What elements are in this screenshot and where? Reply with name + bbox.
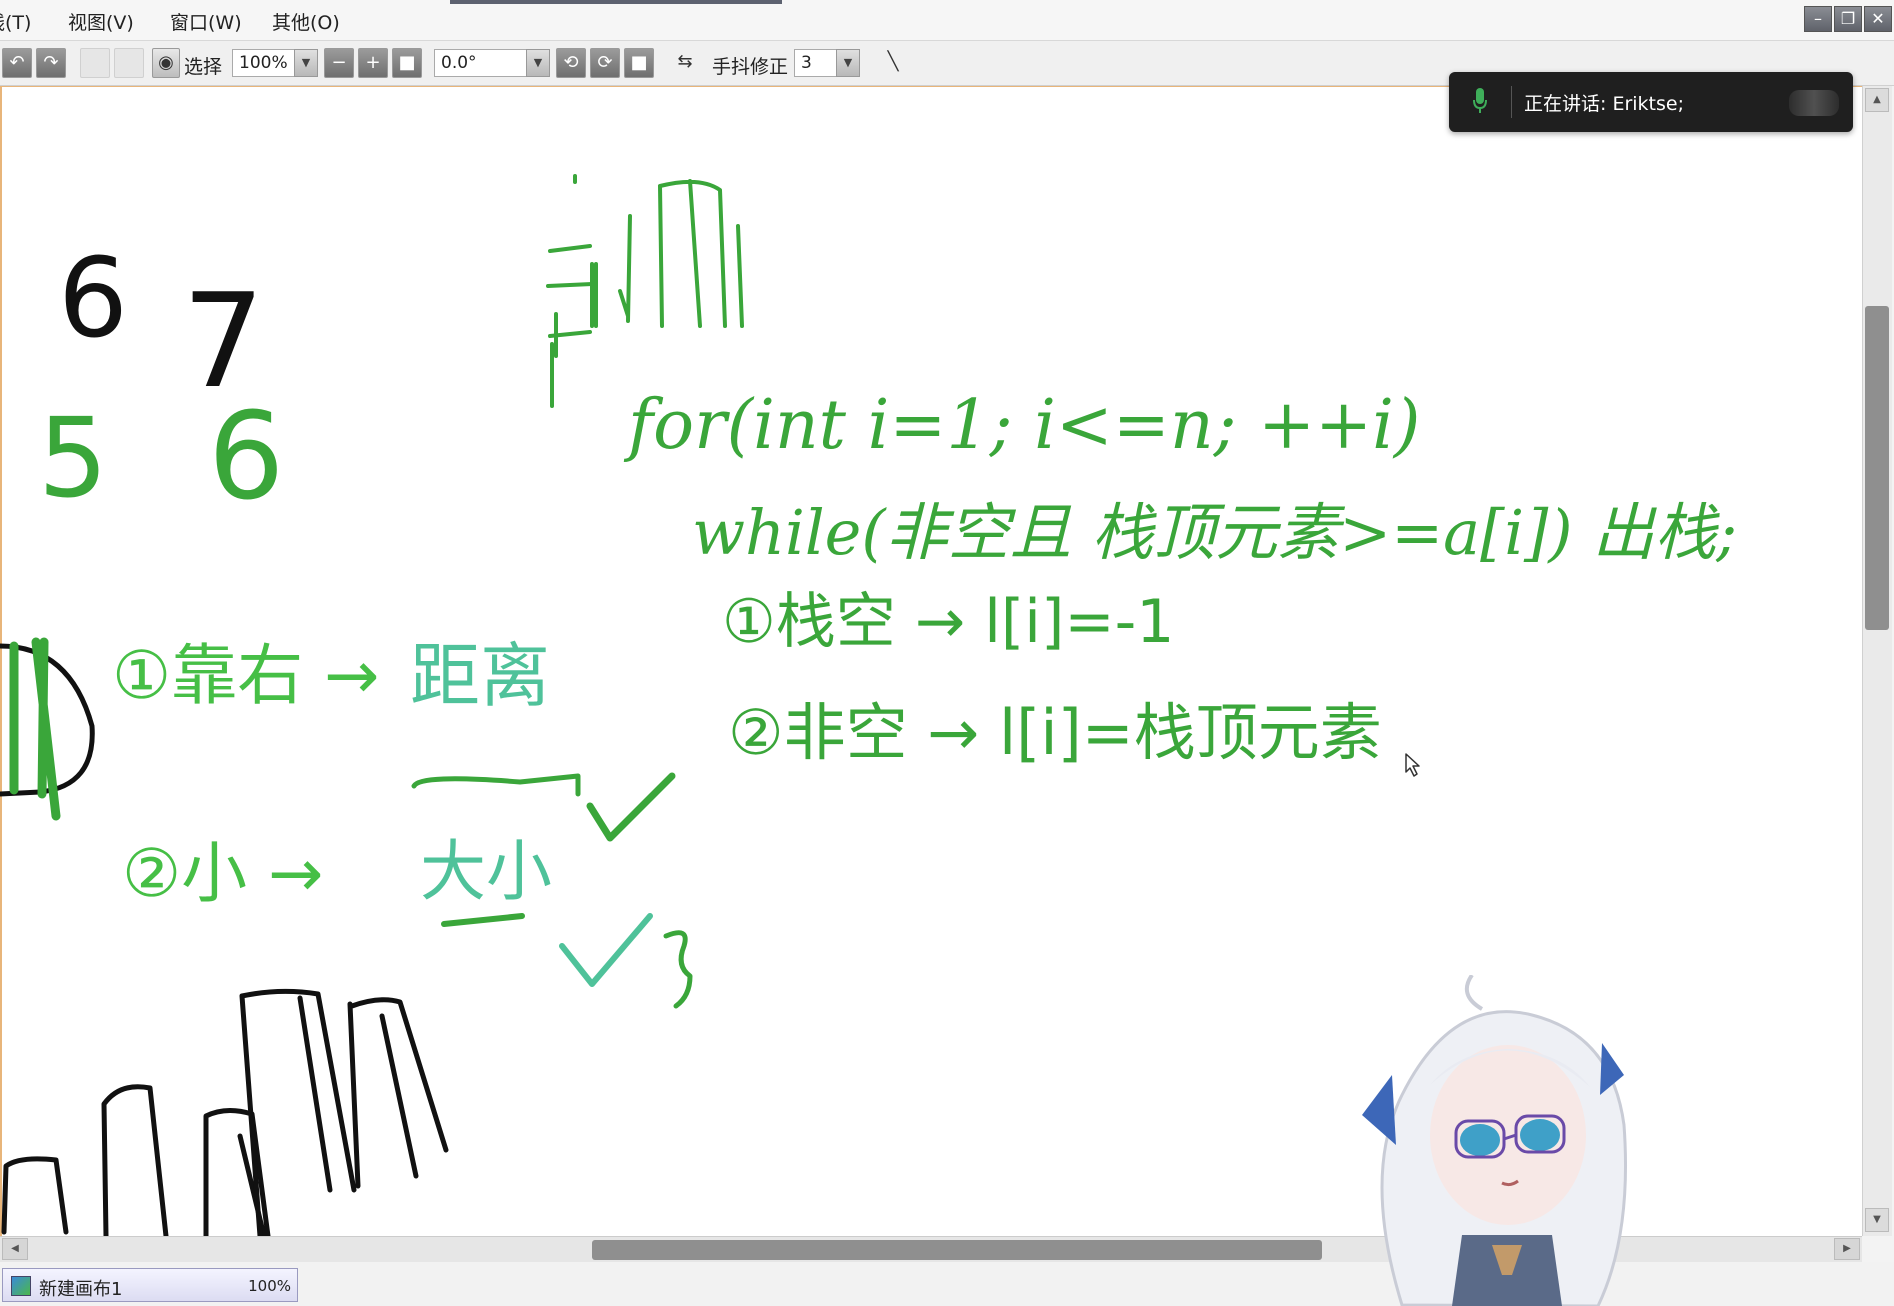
undo-icon: ↶	[9, 52, 25, 73]
arrow-down-icon: ▼	[1873, 1214, 1881, 1225]
stabilizer-field[interactable]: 3	[794, 49, 842, 77]
rotate-reset-button[interactable]: ■	[624, 48, 654, 78]
square-icon: ■	[630, 52, 648, 73]
rule-one-distance: 距离	[410, 635, 550, 717]
canvas-file-icon	[11, 1276, 31, 1296]
blank-tool-button-2[interactable]	[114, 48, 144, 78]
rotate-right-button[interactable]: ⟳	[590, 48, 620, 78]
visibility-toggle[interactable]: ◉	[152, 48, 180, 78]
select-label: 选择	[184, 56, 223, 78]
canvas-tab-zoom: 100%	[248, 1277, 291, 1295]
minus-icon: −	[331, 52, 347, 73]
chevron-down-icon: ▼	[843, 56, 853, 69]
restore-button[interactable]: ❐	[1834, 6, 1862, 32]
voice-speaking-text: 正在讲话: Eriktse;	[1524, 93, 1684, 115]
square-icon: ■	[398, 52, 416, 73]
stabilizer-label: 手抖修正	[712, 56, 789, 78]
blank-tool-button-1[interactable]	[80, 48, 110, 78]
case-stack-empty: ①栈空 → l[i]=-1	[722, 587, 1174, 657]
menu-item-window[interactable]: 窗口(W)	[170, 8, 242, 35]
scroll-up-button[interactable]: ▲	[1865, 88, 1889, 112]
plus-icon: +	[365, 52, 381, 73]
stabilizer-dropdown[interactable]: ▼	[836, 49, 860, 77]
streamer-avatar	[1362, 975, 1627, 1306]
voice-avatar-blur	[1789, 90, 1839, 116]
rotate-right-icon: ⟳	[597, 52, 613, 73]
chevron-down-icon: ▼	[301, 56, 311, 69]
undo-button[interactable]: ↶	[2, 48, 32, 78]
diagonal-line-icon: ╲	[887, 51, 899, 72]
scroll-left-button[interactable]: ◀	[2, 1238, 28, 1260]
menu-item-view[interactable]: 视图(V)	[68, 8, 134, 35]
rotate-left-button[interactable]: ⟲	[556, 48, 586, 78]
redo-icon: ↷	[43, 52, 59, 73]
close-button[interactable]: ✕	[1864, 6, 1892, 32]
code-line-for: for(int i=1; i<=n; ++i)	[623, 386, 1420, 465]
rule-two-prefix: ②小 →	[122, 835, 323, 912]
redo-button[interactable]: ↷	[36, 48, 66, 78]
voice-separator	[1511, 86, 1512, 118]
rotation-field[interactable]: 0.0°	[434, 49, 540, 77]
checkmark-two	[559, 913, 653, 987]
zoom-out-button[interactable]: −	[324, 48, 354, 78]
zoom-in-button[interactable]: +	[358, 48, 388, 78]
rule-one-prefix: ①靠右 →	[112, 637, 379, 714]
bar-sketch-top	[546, 174, 744, 408]
microphone-icon	[1473, 88, 1487, 113]
canvas-tab-name: 新建画布1	[39, 1279, 123, 1300]
rule-two-size: 大小	[420, 833, 552, 910]
rotate-left-icon: ⟲	[563, 52, 579, 73]
minimize-button[interactable]: –	[1804, 6, 1832, 32]
arrow-right-icon: ▶	[1843, 1243, 1851, 1254]
bar-sketch-bottom	[1, 988, 449, 1236]
flip-button[interactable]: ⇆	[670, 48, 700, 78]
underline-distance	[411, 773, 581, 797]
eye-icon: ◉	[158, 52, 174, 73]
menu-item-other[interactable]: 其他(O)	[272, 8, 340, 35]
scroll-right-button[interactable]: ▶	[1834, 1238, 1860, 1260]
vertical-scrollbar[interactable]: ▲ ▼	[1862, 86, 1892, 1236]
canvas-tab[interactable]: 新建画布1 100%	[2, 1268, 298, 1302]
line-tool-button[interactable]: ╲	[878, 48, 908, 78]
menu-item-tool[interactable]: 线(T)	[0, 8, 31, 35]
cursor-arrow-icon	[1405, 753, 1420, 777]
flip-icon: ⇆	[677, 51, 693, 72]
arrow-up-icon: ▲	[1873, 94, 1881, 105]
checkmark-one	[586, 772, 676, 842]
arrow-left-icon: ◀	[11, 1243, 19, 1254]
zoom-reset-button[interactable]: ■	[392, 48, 422, 78]
voice-chat-overlay: 正在讲话: Eriktse;	[1449, 72, 1853, 132]
zoom-dropdown[interactable]: ▼	[294, 49, 318, 77]
underline-size	[441, 913, 525, 927]
scroll-down-button[interactable]: ▼	[1865, 1208, 1889, 1232]
menu-bar: 线(T) 视图(V) 窗口(W) 其他(O) – ❐ ✕	[0, 0, 1894, 41]
code-line-while: while(非空且 栈顶元素>=a[i]) 出栈;	[692, 496, 1737, 569]
number-six-black: 6	[58, 234, 128, 362]
number-six-green: 6	[208, 388, 284, 527]
title-accent	[450, 0, 782, 4]
case-stack-nonempty: ②非空 → l[i]=栈顶元素	[728, 696, 1382, 769]
number-three-scribble	[663, 930, 693, 1009]
rotation-dropdown[interactable]: ▼	[526, 49, 550, 77]
horizontal-scroll-thumb[interactable]	[592, 1240, 1322, 1260]
number-five-green: 5	[38, 394, 108, 522]
vertical-scroll-thumb[interactable]	[1865, 306, 1889, 630]
chevron-down-icon: ▼	[533, 56, 543, 69]
